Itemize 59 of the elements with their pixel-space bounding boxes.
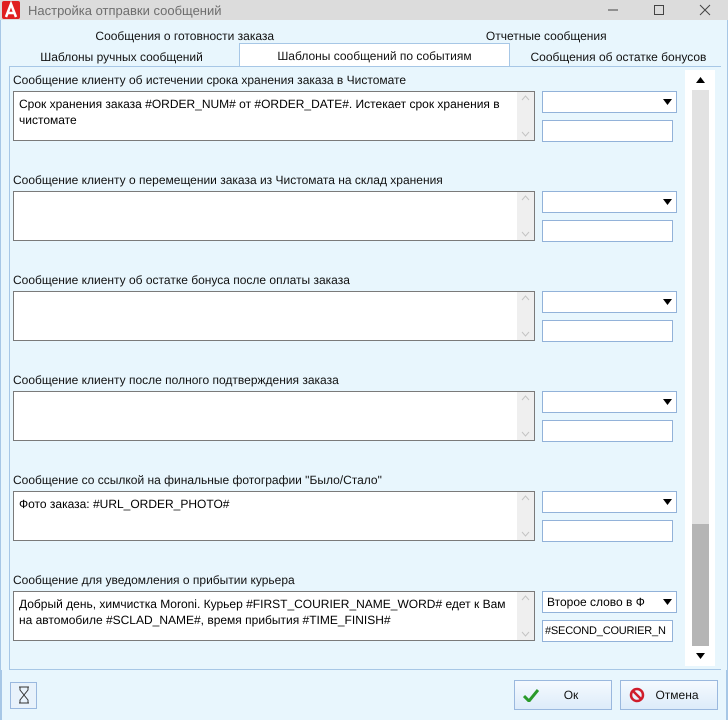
caret-icon: [663, 399, 672, 405]
input-field[interactable]: [542, 120, 673, 142]
tab[interactable]: Шаблоны ручных сообщений: [4, 45, 240, 67]
chevron-down-icon[interactable]: [521, 631, 530, 637]
message-field[interactable]: [13, 391, 535, 441]
app-logo-icon: [2, 1, 20, 19]
dropdown[interactable]: Второе слово в Ф: [542, 591, 677, 613]
chevron-up-icon[interactable]: [521, 295, 530, 301]
dropdown[interactable]: [542, 191, 677, 213]
input-field[interactable]: [542, 220, 673, 242]
window-title: Настройка отправки сообщений: [28, 2, 223, 18]
chevron-down-icon[interactable]: [521, 431, 530, 437]
chevron-down-icon[interactable]: [521, 131, 530, 137]
checkmark-icon: [523, 688, 539, 702]
section-label: Сообщение для уведомления о прибытии курьера: [13, 572, 296, 589]
dropdown[interactable]: [542, 291, 677, 313]
caret-icon: [663, 99, 672, 105]
caret-icon: [663, 299, 672, 305]
scrollbar-thumb[interactable]: [692, 524, 708, 646]
dropdown[interactable]: [542, 91, 677, 113]
chevron-down-icon[interactable]: [521, 231, 530, 237]
input-field[interactable]: [542, 320, 673, 342]
message-field[interactable]: Добрый день, химчистка Moroni. Курьер #FIRST_COURIER_NAME_WORD# едет к Вам на автомобиле #SCLAD_NAME#, время прибытия #TIME_FINISH#: [13, 591, 535, 641]
scrollbar[interactable]: [685, 70, 715, 666]
message-field[interactable]: [13, 191, 535, 241]
section-label: Сообщение клиенту об остатке бонуса после оплаты заказа: [13, 272, 351, 289]
input-field[interactable]: [542, 520, 673, 542]
message-field[interactable]: Срок хранения заказа #ORDER_NUM# от #ORDER_DATE#. Истекает срок хранения в чистомате: [13, 91, 535, 141]
chevron-up-icon[interactable]: [521, 95, 530, 101]
section-label: Сообщение со ссылкой на финальные фотографии "Было/Стало": [13, 472, 383, 489]
tab[interactable]: Сообщения о готовности заказа: [4, 24, 366, 46]
tab[interactable]: Отчетные сообщения: [366, 24, 727, 46]
chevron-up-icon[interactable]: [521, 195, 530, 201]
chevron-up-icon[interactable]: [521, 395, 530, 401]
chevron-up-icon[interactable]: [521, 495, 530, 501]
chevron-down-icon[interactable]: [521, 331, 530, 337]
prohibited-icon: [629, 687, 645, 703]
caret-icon: [663, 199, 672, 205]
section-label: Сообщение клиенту о перемещении заказа из Чистомата на склад хранения: [13, 172, 444, 189]
input-field[interactable]: [542, 420, 673, 442]
dropdown[interactable]: [542, 391, 677, 413]
caret-icon: [663, 599, 672, 605]
chevron-down-icon[interactable]: [521, 531, 530, 537]
dropdown[interactable]: [542, 491, 677, 513]
tab[interactable]: Сообщения об остатке бонусов: [510, 45, 727, 67]
hourglass-button[interactable]: [10, 682, 37, 708]
tab[interactable]: Шаблоны сообщений по событиям: [239, 43, 510, 67]
caret-icon: [696, 653, 704, 659]
caret-icon: [663, 499, 672, 505]
message-field[interactable]: Фото заказа: #URL_ORDER_PHOTO#: [13, 491, 535, 541]
section-label: Сообщение клиенту после полного подтверждения заказа: [13, 372, 340, 389]
input-field[interactable]: #SECOND_COURIER_N: [542, 620, 673, 642]
cancel-button[interactable]: Отмена: [620, 680, 718, 710]
chevron-up-icon[interactable]: [521, 595, 530, 601]
caret-icon: [696, 77, 704, 83]
ok-button[interactable]: Ок: [514, 680, 612, 710]
hourglass-icon: [18, 686, 30, 704]
message-field[interactable]: [13, 291, 535, 341]
section-label: Сообщение клиенту об истечении срока хранения заказа в Чистомате: [13, 72, 408, 89]
